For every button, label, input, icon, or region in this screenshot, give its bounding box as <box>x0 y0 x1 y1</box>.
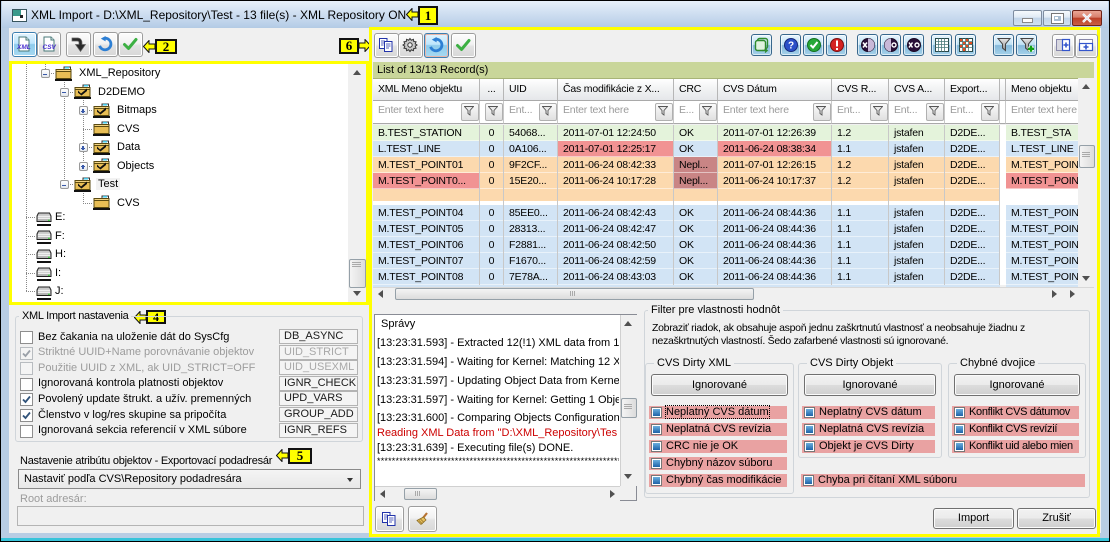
svg-text:CSV: CSV <box>43 44 57 51</box>
svg-text:XML: XML <box>16 44 31 51</box>
svg-text:?: ? <box>788 41 794 52</box>
